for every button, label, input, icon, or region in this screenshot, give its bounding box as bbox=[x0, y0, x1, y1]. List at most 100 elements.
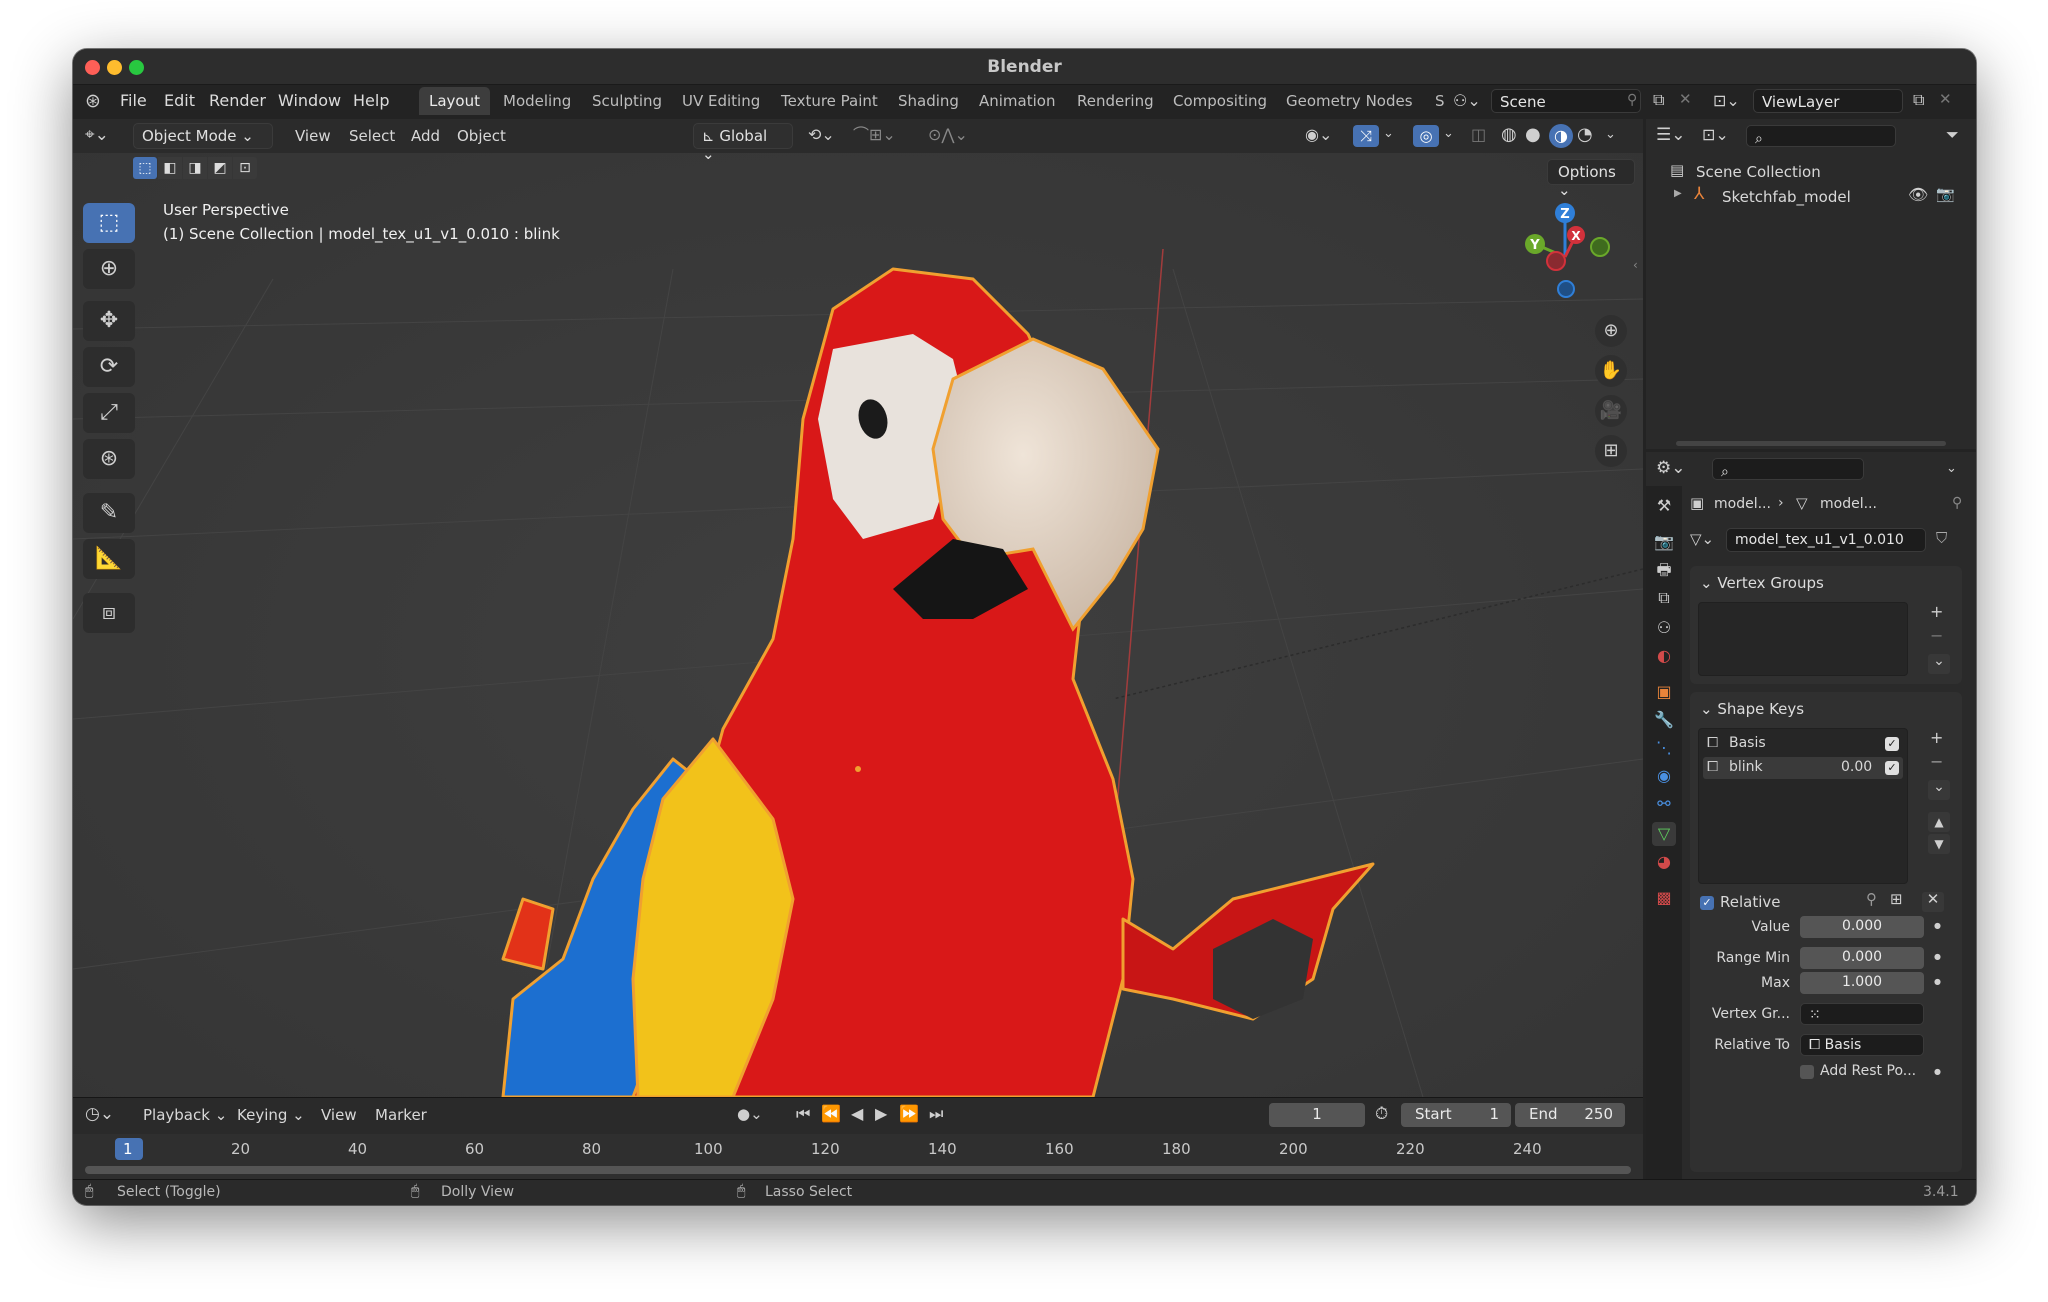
vertex-groups-list[interactable] bbox=[1698, 602, 1908, 676]
transform-orientation-dropdown[interactable]: ⊾ Global ⌄ bbox=[693, 123, 793, 163]
shape-keys-list[interactable]: ⧠ Basis ✓ ⧠ blink 0.00 ✓ bbox=[1698, 728, 1908, 884]
visibility-eye-icon[interactable]: 👁 bbox=[1908, 187, 1928, 203]
vertex-group-field[interactable]: ⁙ bbox=[1800, 1003, 1924, 1025]
select-subtract-icon[interactable]: ◨ bbox=[183, 157, 207, 179]
overlays-toggle-icon[interactable]: ◎ bbox=[1413, 125, 1439, 147]
shape-key-specials-icon[interactable]: ⌄ bbox=[1928, 780, 1950, 800]
perspective-toggle-icon[interactable]: ⊞ bbox=[1595, 435, 1627, 467]
new-view-layer-icon[interactable]: ⧉ bbox=[1913, 92, 1924, 108]
view-layer-field[interactable]: ViewLayer bbox=[1753, 89, 1903, 113]
breadcrumb-object[interactable]: model... bbox=[1714, 496, 1771, 512]
menu-window[interactable]: Window bbox=[278, 91, 341, 110]
properties-editor-type-icon[interactable]: ⚙⌄ bbox=[1656, 460, 1685, 477]
zoom-view-icon[interactable]: ⊕ bbox=[1595, 315, 1627, 347]
move-tool-icon[interactable]: ✥ bbox=[83, 301, 135, 341]
vertex-groups-header[interactable]: ⌄ Vertex Groups bbox=[1700, 574, 1824, 592]
timeline-scrollbar[interactable] bbox=[85, 1166, 1631, 1174]
measure-tool-icon[interactable]: 📐 bbox=[83, 539, 135, 579]
menu-file[interactable]: File bbox=[120, 91, 147, 110]
tab-shading[interactable]: Shading bbox=[888, 87, 969, 115]
tab-animation[interactable]: Animation bbox=[969, 87, 1065, 115]
pin-scene-icon[interactable]: ⚲ bbox=[1627, 93, 1637, 107]
editor-type-icon[interactable]: ⌖⌄ bbox=[85, 127, 109, 144]
tab-compositing[interactable]: Compositing bbox=[1163, 87, 1277, 115]
outliner-search-input[interactable]: ⌕ bbox=[1746, 125, 1896, 147]
blender-logo-icon[interactable]: ⊛ bbox=[85, 92, 101, 111]
preview-range-icon[interactable]: ⏱ bbox=[1375, 1106, 1388, 1123]
outliner-item-sketchfab-model[interactable]: Sketchfab_model bbox=[1722, 188, 1851, 206]
navigation-gizmo[interactable]: Z Y X bbox=[1513, 199, 1623, 309]
material-preview-shading-icon[interactable]: ◑ bbox=[1549, 124, 1573, 148]
value-field[interactable]: 0.000 bbox=[1800, 916, 1924, 938]
tab-rendering[interactable]: Rendering bbox=[1067, 87, 1164, 115]
add-rest-position-checkbox[interactable] bbox=[1800, 1065, 1814, 1079]
timeline-scrubber-area[interactable]: 1 20 40 60 80 100 120 140 160 180 200 22… bbox=[73, 1134, 1643, 1180]
wireframe-shading-icon[interactable]: ◍ bbox=[1501, 126, 1517, 144]
xray-toggle-icon[interactable]: ◫ bbox=[1471, 127, 1486, 143]
viewport-menu-object[interactable]: Object bbox=[457, 127, 506, 145]
select-new-icon[interactable]: ⬚ bbox=[133, 157, 157, 179]
range-min-keyframe-dot-icon[interactable]: ● bbox=[1934, 953, 1941, 961]
value-keyframe-dot-icon[interactable]: ● bbox=[1934, 922, 1941, 930]
scene-collection-label[interactable]: Scene Collection bbox=[1696, 163, 1821, 181]
viewport-menu-add[interactable]: Add bbox=[411, 127, 440, 145]
3d-viewport[interactable]: ⌖⌄ Object Mode ⌄ View Select Add Object … bbox=[73, 119, 1643, 1097]
cursor-tool-icon[interactable]: ⊕ bbox=[83, 249, 135, 289]
end-frame-field[interactable]: End 250 bbox=[1515, 1103, 1625, 1127]
menu-help[interactable]: Help bbox=[353, 91, 389, 110]
transform-tool-icon[interactable]: ⊛ bbox=[83, 439, 135, 479]
mesh-name-field[interactable]: model_tex_u1_v1_0.010 bbox=[1726, 528, 1926, 552]
shape-key-mute-checkbox[interactable]: ✓ bbox=[1885, 737, 1899, 751]
viewport-menu-select[interactable]: Select bbox=[349, 127, 395, 145]
start-frame-field[interactable]: Start 1 bbox=[1401, 1103, 1511, 1127]
properties-options-icon[interactable]: ⌄ bbox=[1946, 462, 1957, 475]
jump-to-end-icon[interactable]: ⏭ bbox=[929, 1106, 943, 1122]
gizmo-toggle-icon[interactable]: ⤨ bbox=[1353, 125, 1379, 147]
scene-selector-icon[interactable]: ⚇⌄ bbox=[1453, 93, 1481, 109]
breadcrumb-mesh[interactable]: model... bbox=[1820, 496, 1877, 512]
world-tab-icon[interactable]: ◐ bbox=[1652, 644, 1676, 668]
snap-icon[interactable]: ⌒⊞⌄ bbox=[853, 127, 896, 143]
output-tab-icon[interactable]: 🖶 bbox=[1652, 558, 1676, 582]
shading-dropdown-icon[interactable]: ⌄ bbox=[1605, 128, 1616, 141]
tab-texture-paint[interactable]: Texture Paint bbox=[771, 87, 888, 115]
vertex-group-specials-icon[interactable]: ⌄ bbox=[1928, 654, 1950, 674]
pin-icon[interactable]: ⚲ bbox=[1952, 496, 1962, 510]
shape-key-lock-icon[interactable]: ⚲ bbox=[1866, 892, 1877, 907]
move-shape-key-down-icon[interactable]: ▼ bbox=[1928, 834, 1950, 854]
expand-arrow-icon[interactable]: ▶ bbox=[1674, 189, 1682, 199]
play-icon[interactable]: ▶ bbox=[875, 1106, 887, 1122]
solid-shading-icon[interactable]: ● bbox=[1525, 126, 1541, 144]
rotate-tool-icon[interactable]: ⟳ bbox=[83, 347, 135, 387]
menu-render[interactable]: Render bbox=[209, 91, 266, 110]
max-keyframe-dot-icon[interactable]: ● bbox=[1934, 978, 1941, 986]
shape-keys-header[interactable]: ⌄ Shape Keys bbox=[1700, 700, 1804, 718]
tab-scripting-truncated[interactable]: S bbox=[1425, 87, 1455, 115]
viewport-menu-view[interactable]: View bbox=[295, 127, 331, 145]
object-mode-dropdown[interactable]: Object Mode ⌄ bbox=[133, 123, 273, 149]
timeline-menu-view[interactable]: View bbox=[321, 1106, 357, 1124]
timeline-menu-keying[interactable]: Keying ⌄ bbox=[237, 1106, 305, 1124]
current-frame-field[interactable]: 1 bbox=[1269, 1103, 1365, 1127]
viewport-scene[interactable] bbox=[73, 119, 1643, 1097]
sidebar-toggle-icon[interactable]: ‹ bbox=[1633, 259, 1638, 271]
delete-view-layer-icon[interactable]: ✕ bbox=[1939, 92, 1952, 107]
timeline-menu-playback[interactable]: Playback ⌄ bbox=[143, 1106, 227, 1124]
pivot-point-icon[interactable]: ⟲⌄ bbox=[808, 127, 835, 143]
remove-vertex-group-icon[interactable]: − bbox=[1930, 628, 1943, 644]
mesh-browse-icon[interactable]: ▽⌄ bbox=[1690, 532, 1714, 547]
tool-tab-icon[interactable]: ⚒ bbox=[1652, 494, 1676, 518]
object-tab-icon[interactable]: ▣ bbox=[1652, 680, 1676, 704]
add-vertex-group-icon[interactable]: + bbox=[1930, 604, 1943, 620]
range-min-field[interactable]: 0.000 bbox=[1800, 947, 1924, 969]
select-box-tool-icon[interactable]: ⬚ bbox=[83, 203, 135, 243]
filter-icon[interactable]: ⏷ bbox=[1946, 127, 1959, 143]
tab-modeling[interactable]: Modeling bbox=[493, 87, 581, 115]
particles-tab-icon[interactable]: ⋱ bbox=[1652, 736, 1676, 760]
select-invert-icon[interactable]: ◩ bbox=[208, 157, 232, 179]
outliner-scrollbar[interactable] bbox=[1676, 441, 1946, 446]
menu-edit[interactable]: Edit bbox=[164, 91, 195, 110]
jump-to-next-keyframe-icon[interactable]: ⏩ bbox=[899, 1106, 919, 1122]
record-keyframes-icon[interactable]: ●⌄ bbox=[737, 1107, 763, 1122]
tab-sculpting[interactable]: Sculpting bbox=[582, 87, 672, 115]
